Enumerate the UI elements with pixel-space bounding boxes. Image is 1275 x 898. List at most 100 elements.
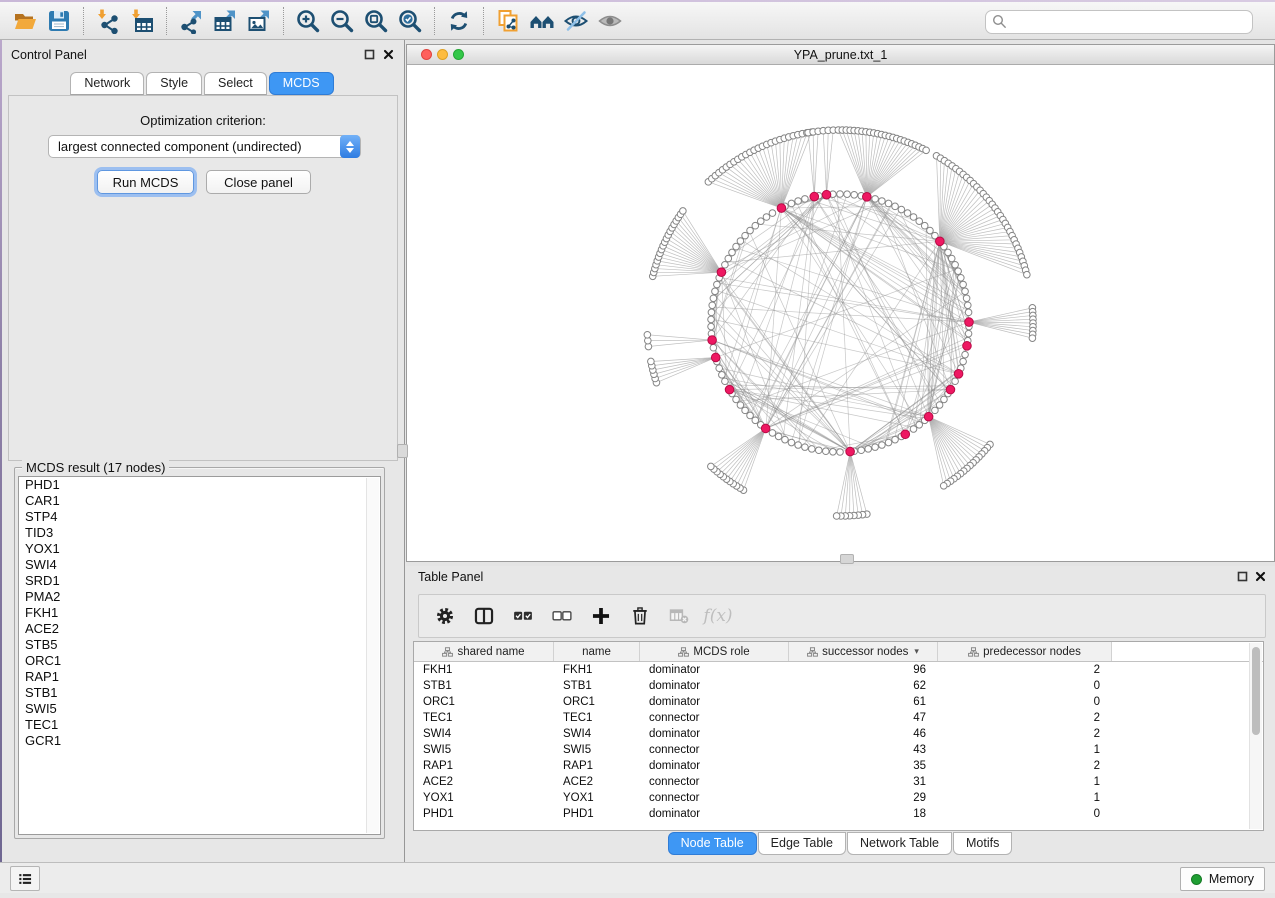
- select-all-button[interactable]: [511, 604, 535, 628]
- network-view-titlebar[interactable]: YPA_prune.txt_1: [407, 45, 1274, 65]
- mcds-result-item[interactable]: TID3: [19, 525, 380, 541]
- open-file-button[interactable]: [8, 6, 42, 36]
- tab-motifs[interactable]: Motifs: [953, 832, 1012, 855]
- table-cell[interactable]: connector: [640, 790, 789, 806]
- mcds-result-item[interactable]: FKH1: [19, 605, 380, 621]
- mcds-result-list[interactable]: PHD1CAR1STP4TID3YOX1SWI4SRD1PMA2FKH1ACE2…: [18, 476, 381, 835]
- table-cell[interactable]: ORC1: [414, 694, 554, 710]
- table-panel-close-button[interactable]: [1254, 570, 1267, 583]
- duplicate-network-button[interactable]: [491, 6, 525, 36]
- search-input[interactable]: [985, 10, 1253, 34]
- zoom-fit-button[interactable]: [359, 6, 393, 36]
- table-cell[interactable]: 62: [789, 678, 938, 694]
- table-cell[interactable]: 29: [789, 790, 938, 806]
- horizontal-splitter-handle[interactable]: [840, 554, 854, 564]
- table-cell[interactable]: 47: [789, 710, 938, 726]
- import-network-button[interactable]: [91, 6, 125, 36]
- import-table-button[interactable]: [125, 6, 159, 36]
- column-header-successor-nodes[interactable]: successor nodes▾: [789, 642, 938, 661]
- export-network-button[interactable]: [174, 6, 208, 36]
- table-cell[interactable]: FKH1: [554, 662, 640, 678]
- task-history-button[interactable]: [10, 866, 40, 891]
- mcds-result-item[interactable]: CAR1: [19, 493, 380, 509]
- table-cell[interactable]: ACE2: [554, 774, 640, 790]
- table-cell[interactable]: 2: [938, 710, 1112, 726]
- table-cell[interactable]: 96: [789, 662, 938, 678]
- close-panel-button[interactable]: Close panel: [206, 170, 311, 194]
- table-cell[interactable]: 1: [938, 774, 1112, 790]
- table-cell[interactable]: FKH1: [414, 662, 554, 678]
- column-header-name[interactable]: name: [554, 642, 640, 661]
- table-cell[interactable]: TEC1: [414, 710, 554, 726]
- table-cell[interactable]: 0: [938, 694, 1112, 710]
- table-cell[interactable]: STB1: [554, 678, 640, 694]
- zoom-selected-button[interactable]: [393, 6, 427, 36]
- delete-column-button[interactable]: [628, 604, 652, 628]
- network-canvas[interactable]: [407, 65, 1274, 561]
- mcds-result-item[interactable]: STB1: [19, 685, 380, 701]
- table-cell[interactable]: TEC1: [554, 710, 640, 726]
- control-panel-close-button[interactable]: [382, 48, 395, 61]
- mcds-result-item[interactable]: STP4: [19, 509, 380, 525]
- table-cell[interactable]: 18: [789, 806, 938, 822]
- zoom-in-button[interactable]: [291, 6, 325, 36]
- table-row[interactable]: FKH1FKH1dominator962: [414, 662, 1263, 678]
- table-cell[interactable]: 2: [938, 726, 1112, 742]
- column-header-MCDS-role[interactable]: MCDS role: [640, 642, 789, 661]
- save-session-button[interactable]: [42, 6, 76, 36]
- table-row[interactable]: SWI4SWI4dominator462: [414, 726, 1263, 742]
- hide-selected-button[interactable]: [559, 6, 593, 36]
- table-cell[interactable]: 61: [789, 694, 938, 710]
- create-column-button[interactable]: [589, 604, 613, 628]
- table-cell[interactable]: 0: [938, 678, 1112, 694]
- table-cell[interactable]: ACE2: [414, 774, 554, 790]
- table-cell[interactable]: SWI4: [554, 726, 640, 742]
- mcds-result-item[interactable]: ORC1: [19, 653, 380, 669]
- table-row[interactable]: STB1STB1dominator620: [414, 678, 1263, 694]
- table-cell[interactable]: dominator: [640, 694, 789, 710]
- vertical-splitter-handle[interactable]: [397, 444, 408, 458]
- table-row[interactable]: RAP1RAP1dominator352: [414, 758, 1263, 774]
- show-all-button[interactable]: [593, 6, 627, 36]
- tab-network-table[interactable]: Network Table: [847, 832, 952, 855]
- mcds-result-item[interactable]: STB5: [19, 637, 380, 653]
- table-cell[interactable]: 35: [789, 758, 938, 774]
- table-cell[interactable]: connector: [640, 774, 789, 790]
- table-row[interactable]: ORC1ORC1dominator610: [414, 694, 1263, 710]
- table-cell[interactable]: 1: [938, 742, 1112, 758]
- table-settings-button[interactable]: [433, 604, 457, 628]
- table-row[interactable]: SWI5SWI5connector431: [414, 742, 1263, 758]
- table-cell[interactable]: STB1: [414, 678, 554, 694]
- table-cell[interactable]: connector: [640, 710, 789, 726]
- tab-network[interactable]: Network: [70, 72, 144, 95]
- table-row[interactable]: TEC1TEC1connector472: [414, 710, 1263, 726]
- deselect-all-button[interactable]: [550, 604, 574, 628]
- table-cell[interactable]: SWI5: [554, 742, 640, 758]
- mcds-result-item[interactable]: PHD1: [19, 477, 380, 493]
- run-mcds-button[interactable]: Run MCDS: [97, 170, 194, 194]
- table-cell[interactable]: 2: [938, 758, 1112, 774]
- mcds-result-item[interactable]: SRD1: [19, 573, 380, 589]
- tab-style[interactable]: Style: [146, 72, 202, 95]
- optimization-criterion-select[interactable]: largest connected component (undirected): [48, 135, 361, 158]
- table-scrollbar-thumb[interactable]: [1252, 647, 1260, 735]
- table-scrollbar[interactable]: [1249, 643, 1262, 829]
- tab-select[interactable]: Select: [204, 72, 267, 95]
- mcds-result-item[interactable]: SWI4: [19, 557, 380, 573]
- mcds-result-item[interactable]: GCR1: [19, 733, 380, 749]
- show-columns-button[interactable]: [472, 604, 496, 628]
- table-cell[interactable]: 46: [789, 726, 938, 742]
- control-panel-float-button[interactable]: [363, 48, 376, 61]
- tab-mcds[interactable]: MCDS: [269, 72, 334, 95]
- mcds-result-item[interactable]: RAP1: [19, 669, 380, 685]
- table-cell[interactable]: 0: [938, 806, 1112, 822]
- mcds-result-item[interactable]: PMA2: [19, 589, 380, 605]
- tab-edge-table[interactable]: Edge Table: [758, 832, 846, 855]
- table-cell[interactable]: dominator: [640, 758, 789, 774]
- table-cell[interactable]: PHD1: [414, 806, 554, 822]
- table-cell[interactable]: dominator: [640, 678, 789, 694]
- table-cell[interactable]: connector: [640, 742, 789, 758]
- table-cell[interactable]: dominator: [640, 726, 789, 742]
- mcds-result-item[interactable]: SWI5: [19, 701, 380, 717]
- mcds-result-item[interactable]: ACE2: [19, 621, 380, 637]
